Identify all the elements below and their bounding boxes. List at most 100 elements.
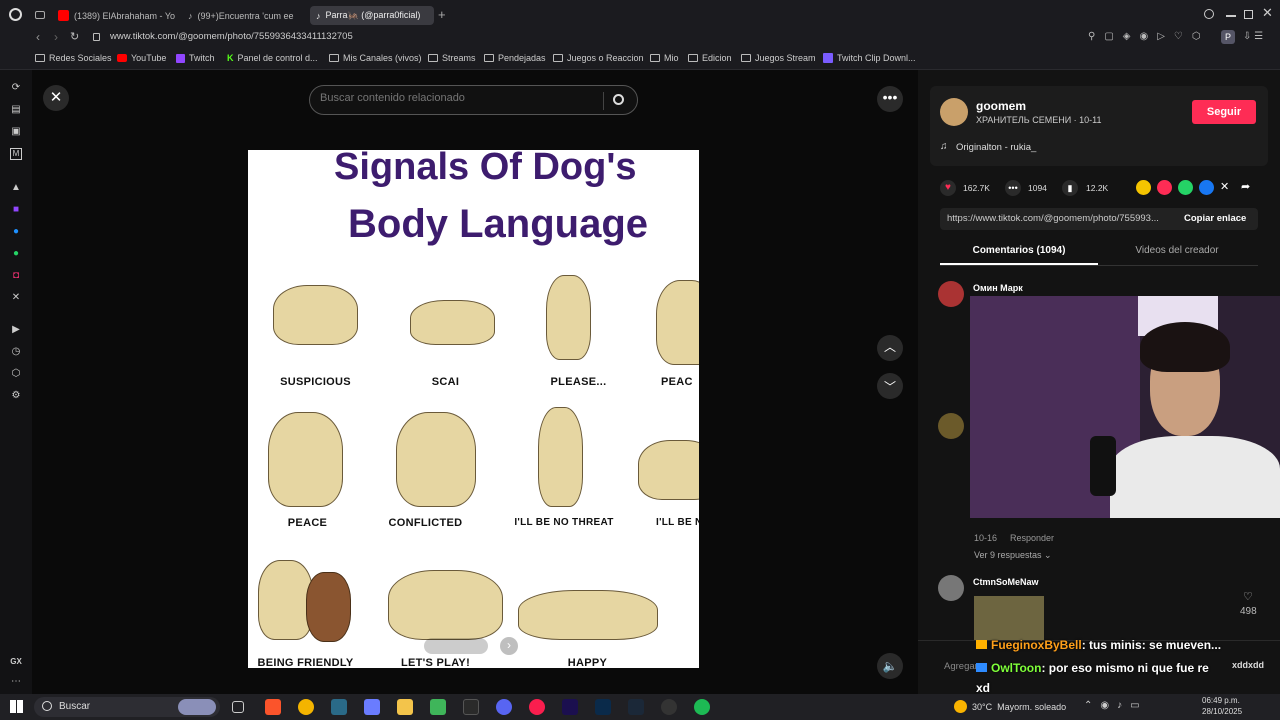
related-search-box[interactable] bbox=[309, 85, 638, 115]
settings-icon[interactable]: ⚙ bbox=[10, 390, 22, 402]
next-photo-icon[interactable]: › bbox=[500, 637, 518, 655]
file-explorer-icon[interactable] bbox=[397, 699, 413, 715]
bookmark-mis-canales[interactable]: Mis Canales (vivos) bbox=[329, 53, 422, 63]
close-window-icon[interactable]: ✕ bbox=[1262, 5, 1273, 21]
obs-icon[interactable] bbox=[661, 699, 677, 715]
comment-icon[interactable]: ••• bbox=[1005, 180, 1021, 196]
brave-icon[interactable] bbox=[265, 699, 281, 715]
search-input[interactable] bbox=[320, 92, 590, 104]
next-post-button[interactable]: ﹀ bbox=[877, 373, 903, 399]
more-options-button[interactable]: ••• bbox=[877, 86, 903, 112]
tab-comments[interactable]: Comentarios (1094) bbox=[940, 245, 1098, 256]
menu-icon[interactable]: ⇩ ☰ bbox=[1243, 31, 1263, 42]
like-icon[interactable]: ♥ bbox=[940, 180, 956, 196]
discord-icon[interactable] bbox=[496, 699, 512, 715]
copilot-icon[interactable] bbox=[364, 699, 380, 715]
bookmark-juegos-reaccion[interactable]: Juegos o Reaccion bbox=[553, 53, 644, 63]
app-purple-icon[interactable] bbox=[463, 699, 479, 715]
image-icon[interactable]: ▣ bbox=[10, 126, 22, 138]
follow-button[interactable]: Seguir bbox=[1192, 100, 1256, 124]
view-replies[interactable]: Ver 9 respuestas ⌄ bbox=[974, 550, 1052, 561]
history-icon[interactable]: ⟳ bbox=[10, 82, 22, 94]
messenger-icon[interactable]: ● bbox=[10, 226, 22, 238]
spotify-icon[interactable] bbox=[694, 699, 710, 715]
commenter-avatar-2[interactable] bbox=[938, 413, 964, 439]
search-tabs-icon[interactable] bbox=[1204, 9, 1214, 19]
tab-tiktok-search[interactable]: ♪ (99+)Encuentra 'cum ee bbox=[182, 6, 304, 25]
bookmark-twitch-clip[interactable]: Twitch Clip Downl... bbox=[823, 53, 916, 63]
comment-like-icon[interactable]: ♡ bbox=[1243, 590, 1253, 603]
reload-icon[interactable]: ↻ bbox=[70, 30, 79, 43]
url-field[interactable]: www.tiktok.com/@goomem/photo/75599364334… bbox=[110, 31, 353, 42]
tray-icons[interactable]: ⌃◉♪▭ bbox=[1084, 700, 1148, 711]
taskbar-search[interactable]: Buscar bbox=[34, 697, 220, 717]
bookmark-redes-sociales[interactable]: Redes Sociales bbox=[35, 53, 112, 63]
author-name[interactable]: goomem bbox=[976, 99, 1026, 113]
minimize-icon[interactable] bbox=[1226, 15, 1236, 17]
bookmark-panel[interactable]: K Panel de control d... bbox=[227, 53, 318, 63]
whatsapp-share-icon[interactable] bbox=[1178, 180, 1193, 195]
bookmark-juegos-stream[interactable]: Juegos Stream bbox=[741, 53, 816, 63]
x-icon[interactable]: ✕ bbox=[10, 292, 22, 304]
coin-icon[interactable] bbox=[1136, 180, 1151, 195]
post-url[interactable]: https://www.tiktok.com/@goomem/photo/755… bbox=[947, 213, 1159, 224]
bookmark-streams[interactable]: Streams bbox=[428, 53, 476, 63]
bookmark-edicion[interactable]: Edicion bbox=[688, 53, 732, 63]
opera-gx-icon[interactable] bbox=[529, 699, 545, 715]
extensions-icon[interactable]: ⬡ bbox=[10, 368, 22, 380]
player-icon[interactable]: ▶ bbox=[10, 324, 22, 336]
avatar[interactable] bbox=[940, 98, 968, 126]
tab-creator-videos[interactable]: Videos del creador bbox=[1098, 245, 1256, 256]
music-title[interactable]: Originalton - rukia_ bbox=[956, 142, 1036, 153]
whatsapp-icon[interactable]: ● bbox=[10, 248, 22, 260]
commenter-avatar-3[interactable] bbox=[938, 575, 964, 601]
commenter-name[interactable]: Омин Марк bbox=[973, 283, 1023, 293]
clock-time[interactable]: 06:49 p.m. bbox=[1202, 696, 1240, 705]
bookmark-youtube[interactable]: YouTube bbox=[117, 53, 166, 63]
maximize-icon[interactable] bbox=[1244, 10, 1253, 19]
bag-icon[interactable]: ▤ bbox=[10, 104, 22, 116]
back-icon[interactable]: ‹ bbox=[36, 30, 40, 44]
clock-icon[interactable]: ◷ bbox=[10, 346, 22, 358]
bookmark-icon[interactable]: ▮ bbox=[1062, 180, 1078, 196]
bookmark-twitch[interactable]: Twitch bbox=[176, 53, 215, 63]
vegas-icon[interactable] bbox=[331, 699, 347, 715]
tab-parra[interactable]: ♪ Parra🦗 (@parra0ficial) bbox=[310, 6, 434, 25]
bookmark-mio[interactable]: Mio bbox=[650, 53, 679, 63]
task-view-icon[interactable] bbox=[232, 701, 244, 713]
forward-share-icon[interactable]: ➦ bbox=[1241, 180, 1250, 195]
opera-logo-icon[interactable] bbox=[9, 8, 22, 21]
copy-link-button[interactable]: Copiar enlace bbox=[1184, 213, 1246, 224]
windows-start-icon[interactable] bbox=[10, 700, 23, 713]
gx-label[interactable]: GX bbox=[10, 656, 22, 668]
more-icon[interactable]: ⋯ bbox=[10, 676, 22, 688]
weather-text[interactable]: 30°C Mayorm. soleado bbox=[972, 702, 1066, 712]
tab-manager-icon[interactable] bbox=[35, 11, 45, 19]
commenter-name-2[interactable]: CtmnSoMeNaw bbox=[973, 577, 1039, 587]
instagram-icon[interactable]: ◘ bbox=[10, 270, 22, 282]
chrome-icon[interactable] bbox=[298, 699, 314, 715]
share-pink-icon[interactable] bbox=[1157, 180, 1172, 195]
m-icon[interactable]: M bbox=[10, 148, 22, 160]
x-share-icon[interactable]: ✕ bbox=[1220, 180, 1229, 195]
search-icon[interactable] bbox=[613, 94, 624, 105]
clock-date[interactable]: 28/10/2025 bbox=[1202, 707, 1242, 716]
tab-youtube[interactable]: (1389) ElAbrahaham - Yo bbox=[52, 6, 176, 25]
prev-post-button[interactable]: ︿ bbox=[877, 335, 903, 361]
profile-avatar[interactable]: P bbox=[1221, 30, 1235, 44]
reply-button[interactable]: Responder bbox=[1010, 533, 1054, 543]
forward-icon[interactable]: › bbox=[54, 30, 58, 44]
bookmark-pendejadas[interactable]: Pendejadas bbox=[484, 53, 546, 63]
photoshop-icon[interactable] bbox=[595, 699, 611, 715]
volume-button[interactable]: 🔈 bbox=[877, 653, 903, 679]
premiere-icon[interactable] bbox=[562, 699, 578, 715]
new-tab-button[interactable]: + bbox=[438, 7, 446, 22]
close-button[interactable]: ✕ bbox=[43, 85, 69, 111]
aria-icon[interactable]: ▲ bbox=[10, 182, 22, 194]
commenter-avatar[interactable] bbox=[938, 281, 964, 307]
steam-icon[interactable] bbox=[628, 699, 644, 715]
facebook-share-icon[interactable] bbox=[1199, 180, 1214, 195]
twitch-icon[interactable]: ■ bbox=[10, 204, 22, 216]
app-green-icon[interactable] bbox=[430, 699, 446, 715]
add-comment-input[interactable]: Agregar bbox=[944, 661, 978, 672]
